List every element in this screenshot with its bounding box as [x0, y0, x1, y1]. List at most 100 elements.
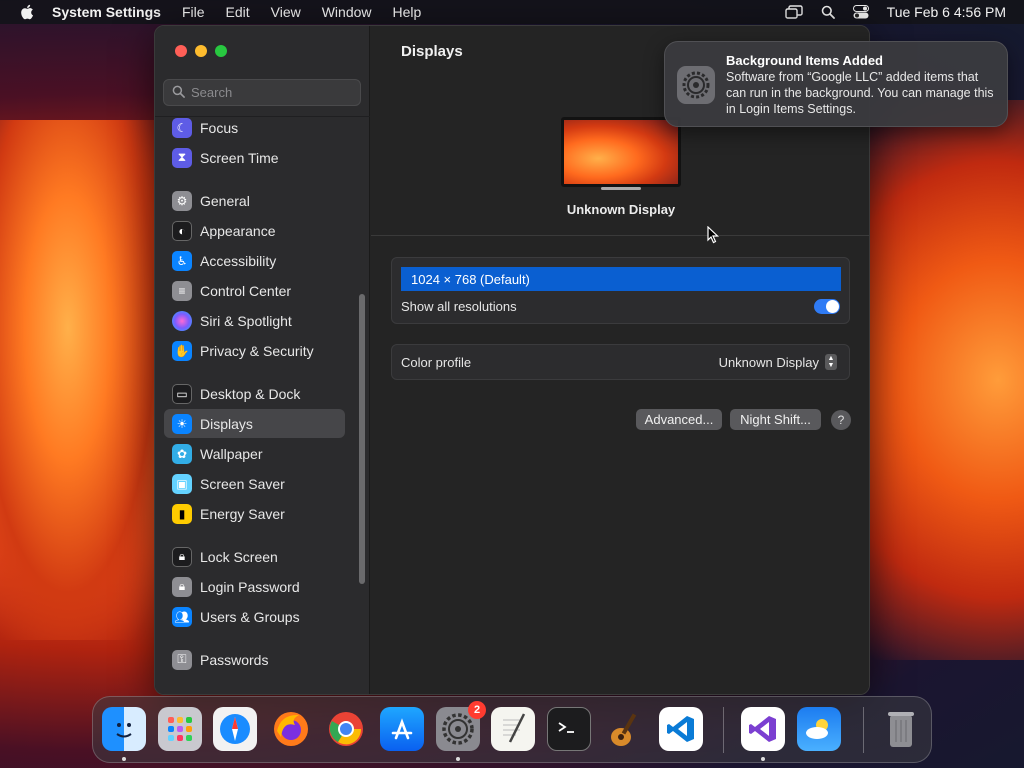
page-title: Displays: [401, 43, 463, 60]
color-profile-select[interactable]: Unknown Display ▲ ▼: [719, 354, 837, 370]
sidebar-item-appearance[interactable]: ◐ Appearance: [164, 216, 345, 245]
sidebar-item-label: Siri & Spotlight: [200, 312, 292, 329]
sidebar-item-control-center[interactable]: ≡ Control Center: [164, 276, 345, 305]
screen-mirroring-icon[interactable]: [784, 5, 803, 19]
sidebar-item-label: Lock Screen: [200, 548, 278, 565]
menu-app-name[interactable]: System Settings: [52, 4, 161, 20]
menu-edit[interactable]: Edit: [226, 4, 250, 20]
window-controls: [175, 45, 227, 57]
mouse-pointer-icon: [707, 225, 720, 249]
sidebar-item-label: Focus: [200, 119, 239, 136]
sidebar-scrollbar[interactable]: [359, 294, 365, 584]
system-settings-icon[interactable]: 2: [436, 701, 486, 751]
menu-window[interactable]: Window: [322, 4, 372, 20]
users-icon: 👥︎: [172, 606, 192, 627]
zoom-button[interactable]: [215, 45, 227, 57]
dock-separator: [863, 707, 864, 753]
search-input[interactable]: Search: [163, 79, 361, 106]
spotlight-search-icon[interactable]: [821, 5, 835, 19]
display-screen-preview: [561, 117, 681, 187]
gear-icon: ⚙: [172, 190, 192, 211]
lock-icon: 🔒︎: [172, 576, 192, 597]
sidebar-item-label: Desktop & Dock: [200, 385, 301, 402]
show-all-resolutions-toggle[interactable]: [814, 299, 840, 314]
minimize-button[interactable]: [195, 45, 207, 57]
sidebar-item-label: Accessibility: [200, 252, 277, 269]
app-store-icon[interactable]: [380, 707, 424, 751]
weather-icon[interactable]: [797, 707, 841, 751]
control-center-icon[interactable]: [852, 5, 869, 19]
resolution-card: 1024 × 768 (Default) Show all resolution…: [391, 257, 850, 324]
flower-icon: ✿: [172, 443, 192, 464]
sidebar-item-passwords[interactable]: ⚿ Passwords: [164, 645, 345, 674]
sidebar-item-siri-spotlight[interactable]: Siri & Spotlight: [164, 306, 345, 335]
trash-icon[interactable]: [879, 707, 923, 751]
sidebar-item-label: Screen Saver: [200, 475, 285, 492]
menu-clock[interactable]: Tue Feb 6 4:56 PM: [887, 4, 1006, 20]
textedit-icon[interactable]: [491, 707, 535, 751]
night-shift-button[interactable]: Night Shift...: [730, 409, 821, 430]
sun-icon: ☀: [172, 413, 192, 434]
wallpaper-highlight-left: [0, 120, 170, 640]
menu-help[interactable]: Help: [393, 4, 422, 20]
sidebar-item-label: Energy Saver: [200, 505, 285, 522]
key-icon: ⚿: [172, 649, 192, 670]
sidebar-item-label: Displays: [200, 415, 253, 432]
firefox-icon[interactable]: [269, 707, 313, 751]
sidebar-item-label: Control Center: [200, 282, 292, 299]
help-button[interactable]: ?: [831, 410, 851, 430]
color-profile-value: Unknown Display: [718, 354, 819, 370]
sidebar-item-lock-screen[interactable]: 🔒︎ Lock Screen: [164, 542, 345, 571]
sidebar-item-label: Login Password: [200, 578, 300, 595]
color-profile-card: Color profile Unknown Display ▲ ▼: [391, 344, 850, 380]
sidebar-item-wallpaper[interactable]: ✿ Wallpaper: [164, 439, 345, 468]
sidebar-item-screen-time[interactable]: ⧗ Screen Time: [164, 143, 345, 172]
terminal-icon[interactable]: [547, 707, 591, 751]
running-indicator: [456, 757, 460, 761]
search-icon: [172, 85, 185, 101]
launchpad-icon[interactable]: [158, 707, 202, 751]
running-indicator: [761, 757, 765, 761]
sidebar-list: ☾ Focus ⧗ Screen Time ⚙ General ◐ Appear…: [155, 116, 370, 670]
dock-separator: [723, 707, 724, 753]
sidebar: Search ☾ Focus ⧗ Screen Time ⚙ General ◐…: [155, 26, 370, 694]
sidebar-item-desktop-dock[interactable]: ▭ Desktop & Dock: [164, 379, 345, 408]
sidebar-item-accessibility[interactable]: ♿ Accessibility: [164, 246, 345, 275]
menu-view[interactable]: View: [271, 4, 301, 20]
close-button[interactable]: [175, 45, 187, 57]
display-stand: [601, 187, 641, 190]
sidebar-item-focus[interactable]: ☾ Focus: [164, 113, 345, 142]
advanced-button[interactable]: Advanced...: [636, 409, 722, 430]
resolution-option-selected[interactable]: 1024 × 768 (Default): [401, 267, 841, 291]
visual-studio-icon[interactable]: [741, 707, 785, 751]
vscode-icon[interactable]: [659, 707, 703, 751]
sidebar-item-login-password[interactable]: 🔒︎ Login Password: [164, 572, 345, 601]
battery-icon: ▮: [172, 503, 192, 524]
notification-badge: 2: [468, 701, 486, 719]
display-name: Unknown Display: [566, 202, 676, 217]
menu-file[interactable]: File: [182, 4, 205, 20]
display-thumbnail[interactable]: [561, 117, 681, 190]
sidebar-item-screen-saver[interactable]: ▣ Screen Saver: [164, 469, 345, 498]
siri-icon: [172, 310, 192, 331]
sidebar-item-users-groups[interactable]: 👥︎ Users & Groups: [164, 602, 345, 631]
sidebar-item-energy-saver[interactable]: ▮ Energy Saver: [164, 499, 345, 528]
sidebar-item-label: Privacy & Security: [200, 342, 314, 359]
garageband-icon[interactable]: [603, 707, 647, 751]
sidebar-item-privacy-security[interactable]: ✋ Privacy & Security: [164, 336, 345, 365]
sidebar-item-general[interactable]: ⚙ General: [164, 186, 345, 215]
notification-title: Background Items Added: [726, 53, 883, 68]
safari-icon[interactable]: [213, 707, 257, 751]
chrome-icon[interactable]: [324, 707, 368, 751]
dock: 2: [92, 696, 932, 763]
finder-icon[interactable]: [102, 707, 146, 751]
divider: [371, 235, 869, 236]
gear-icon: [677, 66, 715, 104]
sidebar-item-label: Appearance: [200, 222, 276, 239]
notification-banner[interactable]: Background Items Added Software from “Go…: [664, 41, 1008, 127]
color-profile-label: Color profile: [401, 355, 472, 370]
screen-saver-icon: ▣: [172, 473, 192, 494]
sidebar-item-displays[interactable]: ☀ Displays: [164, 409, 345, 438]
menu-bar: System Settings File Edit View Window He…: [0, 0, 1024, 24]
apple-icon[interactable]: [18, 3, 36, 21]
